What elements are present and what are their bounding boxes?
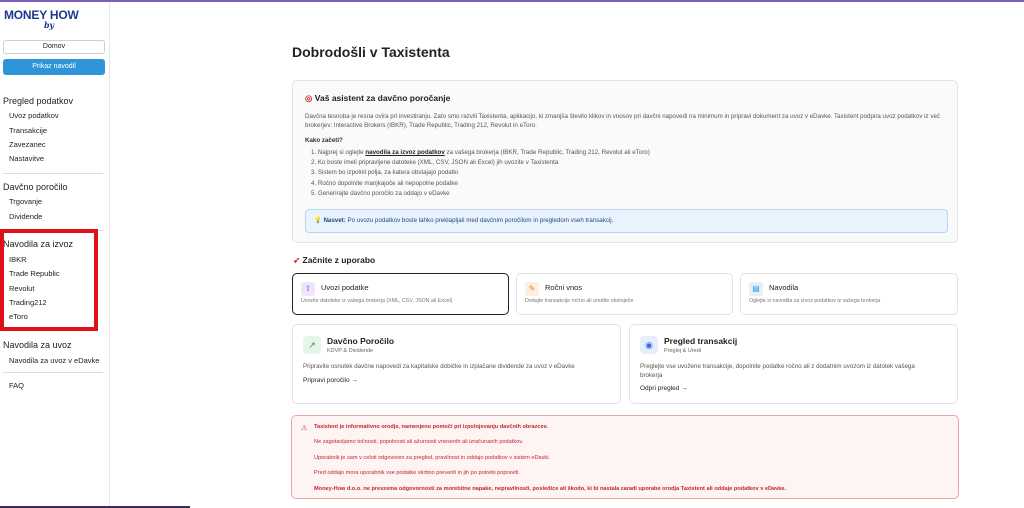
card-desc: Pripravite osnutek davčne napovedi za ka…: [303, 363, 575, 370]
export-guide-link[interactable]: navodila za izvoz podatkov: [365, 149, 444, 156]
import-data-card[interactable]: ⇧ Uvozi podatke Uvozite datoteke iz vaše…: [292, 273, 509, 315]
card-desc-line: brokerja: [640, 372, 663, 379]
lightbulb-icon: 💡: [314, 217, 322, 224]
how-to-start-label: Kako začeti?: [305, 137, 343, 144]
trend-icon: ↗: [303, 336, 321, 354]
step1-post: za vašega brokerja (IBKR, Trade Republic…: [444, 149, 650, 156]
warning-icon: ⚠: [301, 425, 308, 432]
prepare-report-link[interactable]: Pripravi poročilo →: [303, 377, 358, 384]
steps-list: 1. Najprej si oglejte navodila za izvoz …: [311, 148, 650, 199]
card-desc: Preglejte vse uvožene transakcije, dopol…: [640, 362, 915, 380]
get-started-heading: ➶ Začnite z uporabo: [293, 255, 375, 266]
logo-subtext: by: [44, 20, 54, 30]
highlight-box: [0, 229, 98, 331]
manual-entry-card[interactable]: ✎ Ročni vnos Dodajte transakcije ročno a…: [516, 273, 733, 315]
upload-icon: ⇧: [301, 282, 315, 296]
sidebar-item-dividends[interactable]: Dividende: [9, 212, 42, 221]
transactions-card[interactable]: ◉ Pregled transakcij Preglej & Uredi Pre…: [629, 324, 958, 404]
step1-pre: 1. Najprej si oglejte: [311, 149, 366, 156]
top-accent-line: [0, 0, 1024, 2]
sidebar-item-faq[interactable]: FAQ: [9, 381, 24, 390]
show-guide-button[interactable]: Prikaz navodil: [3, 59, 105, 75]
card-title: Davčno Poročilo: [327, 336, 395, 346]
step-item: 1. Najprej si oglejte navodila za izvoz …: [311, 148, 650, 158]
sidebar-item-edavke-guide[interactable]: Navodila za uvoz v eDavke: [9, 356, 99, 365]
sidebar-item-import[interactable]: Uvoz podatkov: [9, 111, 59, 120]
brand-logo[interactable]: MONEY HOW by: [4, 8, 79, 30]
tip-box: 💡 Nasvet: Po uvozu podatkov boste lahko …: [305, 209, 948, 233]
disclaimer-line: Uporabnik je sam v celoti odgovoren za p…: [314, 455, 550, 461]
document-icon: ▤: [749, 282, 763, 296]
sidebar-item-transactions[interactable]: Transakcije: [9, 126, 47, 135]
card-desc: Oglejte si navodila za izvoz podatkov iz…: [749, 298, 881, 304]
intro-heading: ◎ Vaš asistent za davčno poročanje: [305, 93, 450, 104]
card-desc: Uvozite datoteke iz vašega brokerja (XML…: [301, 298, 453, 304]
eye-icon: ◉: [640, 336, 658, 354]
disclaimer-line: Ne zagotavljamo točnosti, popolnosti ali…: [314, 439, 524, 445]
card-title: Ročni vnos: [545, 283, 583, 292]
card-subtitle: Preglej & Uredi: [664, 348, 701, 354]
disclaimer-line: Pred oddajo mora uporabnik vse podatke s…: [314, 470, 520, 476]
sidebar-section-import-guides: Navodila za uvoz: [3, 340, 72, 350]
card-subtitle: KDVP & Dividende: [327, 348, 374, 354]
sidebar-item-trading[interactable]: Trgovanje: [9, 197, 42, 206]
intro-heading-text: Vaš asistent za davčno poročanje: [314, 93, 451, 103]
sidebar-item-taxpayer[interactable]: Zavezanec: [9, 140, 46, 149]
home-button[interactable]: Domov: [3, 40, 105, 54]
card-title: Navodila: [769, 283, 799, 292]
tag-icon: ✎: [525, 282, 539, 296]
step-item: 5. Generirajte davčno poročilo za oddajo…: [311, 189, 450, 197]
card-title: Pregled transakcij: [664, 336, 738, 346]
card-title: Uvozi podatke: [321, 283, 369, 292]
intro-card: ◎ Vaš asistent za davčno poročanje Davčn…: [292, 80, 958, 243]
open-overview-link[interactable]: Odpri pregled →: [640, 385, 688, 392]
tip-label: Nasvet:: [323, 217, 346, 224]
step-item: 3. Sistem bo izpolnil polja, za katera o…: [311, 169, 458, 177]
card-desc: Dodajte transakcije ročno ali uredite ob…: [525, 298, 634, 304]
disclaimer-line: Taxistent je informativno orodje, namenj…: [314, 424, 548, 430]
sidebar-divider: [3, 173, 103, 174]
target-icon: ◎: [305, 93, 313, 103]
disclaimer-box: ⚠ Taxistent je informativno orodje, name…: [291, 415, 959, 499]
sidebar-divider: [3, 372, 103, 373]
step-item: 4. Ročno dopolnite manjkajoče ali nepopo…: [311, 179, 458, 187]
sidebar-item-settings[interactable]: Nastavitve: [9, 154, 44, 163]
rocket-icon: ➶: [293, 255, 301, 265]
intro-paragraph: Davčna tesnoba je resna ovira pri invest…: [305, 113, 940, 129]
card-desc-line: Preglejte vse uvožene transakcije, dopol…: [640, 363, 915, 370]
sidebar-section-tax-report: Davčno poročilo: [3, 182, 68, 192]
get-started-text: Začnite z uporabo: [302, 255, 376, 265]
disclaimer-line: Money-How d.o.o. ne prevzema odgovornost…: [314, 486, 787, 492]
guides-card[interactable]: ▤ Navodila Oglejte si navodila za izvoz …: [740, 273, 958, 315]
tax-report-card[interactable]: ↗ Davčno Poročilo KDVP & Dividende Pripr…: [292, 324, 621, 404]
sidebar: MONEY HOW by Domov Prikaz navodil Pregle…: [0, 2, 110, 508]
page-title: Dobrodošli v Taxistenta: [292, 44, 450, 60]
tip-text: Po uvozu podatkov boste lahko preklaplja…: [345, 217, 614, 224]
logo-text: MONEY HOW: [4, 8, 79, 22]
sidebar-section-overview: Pregled podatkov: [3, 96, 74, 106]
step-item: 2. Ko boste imeli pripravljene datoteke …: [311, 159, 559, 167]
